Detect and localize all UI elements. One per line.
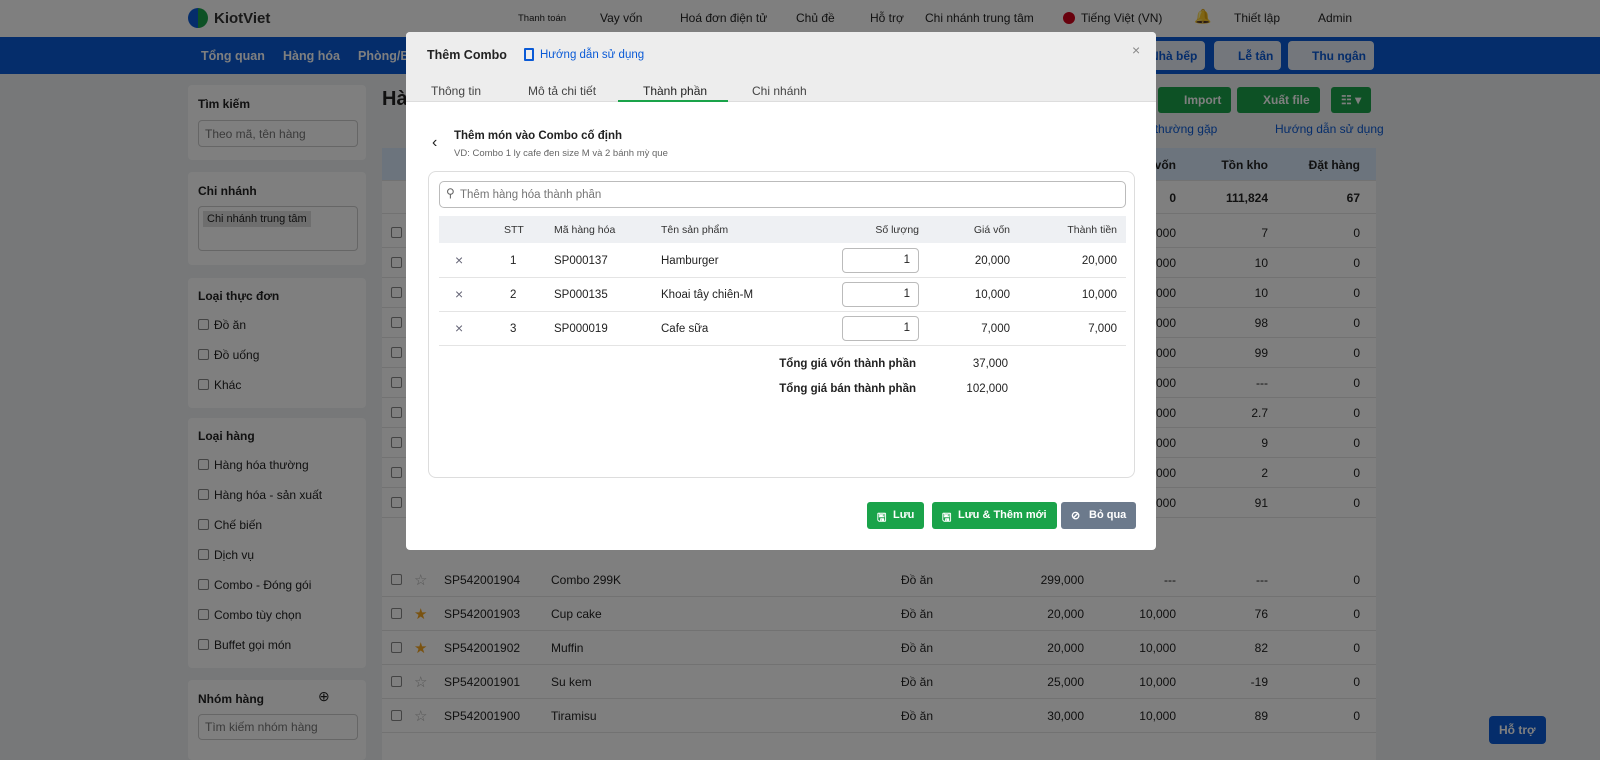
search-icon: ⚲ <box>446 186 455 200</box>
save-icon: 🖫 <box>942 512 952 524</box>
component-code: SP000137 <box>554 255 608 267</box>
total-cost-label: Tổng giá vốn thành phần <box>779 358 916 370</box>
col-qty: Số lượng <box>875 224 919 236</box>
col-code: Mã hàng hóa <box>554 224 616 236</box>
component-code: SP000019 <box>554 323 608 335</box>
components-card: ⚲ STT Mã hàng hóa Tên sản phẩm Số lượng … <box>428 171 1135 478</box>
component-cost: 7,000 <box>981 323 1010 335</box>
col-name: Tên sản phẩm <box>661 224 729 236</box>
add-combo-modal: Thêm Combo Hướng dẫn sử dụng × Thông tin… <box>406 32 1156 550</box>
remove-icon[interactable]: × <box>455 286 463 302</box>
tab-components[interactable]: Thành phần <box>643 84 707 98</box>
section-hint: VD: Combo 1 ly cafe đen size M và 2 bánh… <box>454 148 668 159</box>
cancel-icon: ⊘ <box>1071 510 1081 522</box>
total-price-value: 102,000 <box>966 383 1008 395</box>
save-button[interactable]: 🖫 Lưu <box>867 502 925 529</box>
col-cost: Giá vốn <box>973 224 1010 236</box>
book-icon <box>524 48 534 61</box>
component-stt: 3 <box>510 323 517 335</box>
modal-header: Thêm Combo Hướng dẫn sử dụng × Thông tin… <box>406 32 1156 102</box>
component-name: Khoai tây chiên-M <box>661 289 754 301</box>
component-stt: 1 <box>510 255 517 267</box>
component-code: SP000135 <box>554 289 608 301</box>
remove-icon[interactable]: × <box>455 320 463 336</box>
quantity-input[interactable]: 1 <box>842 248 919 273</box>
components-header: STT Mã hàng hóa Tên sản phẩm Số lượng Gi… <box>439 216 1126 243</box>
component-row: × 1 SP000137 Hamburger 1 20,000 20,000 <box>439 244 1126 278</box>
component-search[interactable]: ⚲ <box>439 181 1126 208</box>
total-cost-value: 37,000 <box>972 358 1008 370</box>
tab-branch[interactable]: Chi nhánh <box>752 84 807 98</box>
remove-icon[interactable]: × <box>455 252 463 268</box>
component-cost: 10,000 <box>974 289 1010 301</box>
modal-title: Thêm Combo <box>427 48 507 62</box>
back-icon[interactable]: ‹ <box>432 134 437 152</box>
component-row: × 2 SP000135 Khoai tây chiên-M 1 10,000 10,000 <box>439 278 1126 312</box>
quantity-input[interactable]: 1 <box>842 282 919 307</box>
component-stt: 2 <box>510 289 517 301</box>
tab-info[interactable]: Thông tin <box>431 84 481 98</box>
total-price-label: Tổng giá bán thành phần <box>779 383 916 395</box>
component-total: 7,000 <box>1088 323 1117 335</box>
component-cost: 20,000 <box>974 255 1010 267</box>
skip-button[interactable]: ⊘ Bỏ qua <box>1061 502 1137 529</box>
modal-guide-link[interactable]: Hướng dẫn sử dụng <box>540 49 644 61</box>
col-total: Thành tiền <box>1067 224 1117 236</box>
component-name: Cafe sữa <box>661 323 709 335</box>
component-name: Hamburger <box>661 255 719 267</box>
save-icon: 🖫 <box>877 512 887 524</box>
component-search-input[interactable] <box>460 185 1110 204</box>
col-stt: STT <box>504 224 524 236</box>
save-label: Lưu <box>893 509 915 521</box>
component-total: 20,000 <box>1081 255 1117 267</box>
save-new-label: Lưu & Thêm mới <box>958 509 1047 521</box>
section-title: Thêm món vào Combo cố định <box>454 130 623 142</box>
component-total: 10,000 <box>1081 289 1117 301</box>
tab-description[interactable]: Mô tả chi tiết <box>528 84 596 98</box>
close-icon[interactable]: × <box>1132 42 1140 58</box>
active-tab-indicator <box>618 100 728 102</box>
skip-label: Bỏ qua <box>1089 509 1127 521</box>
component-row: × 3 SP000019 Cafe sữa 1 7,000 7,000 <box>439 312 1126 346</box>
quantity-input[interactable]: 1 <box>842 316 919 341</box>
save-new-button[interactable]: 🖫 Lưu & Thêm mới <box>932 502 1057 529</box>
